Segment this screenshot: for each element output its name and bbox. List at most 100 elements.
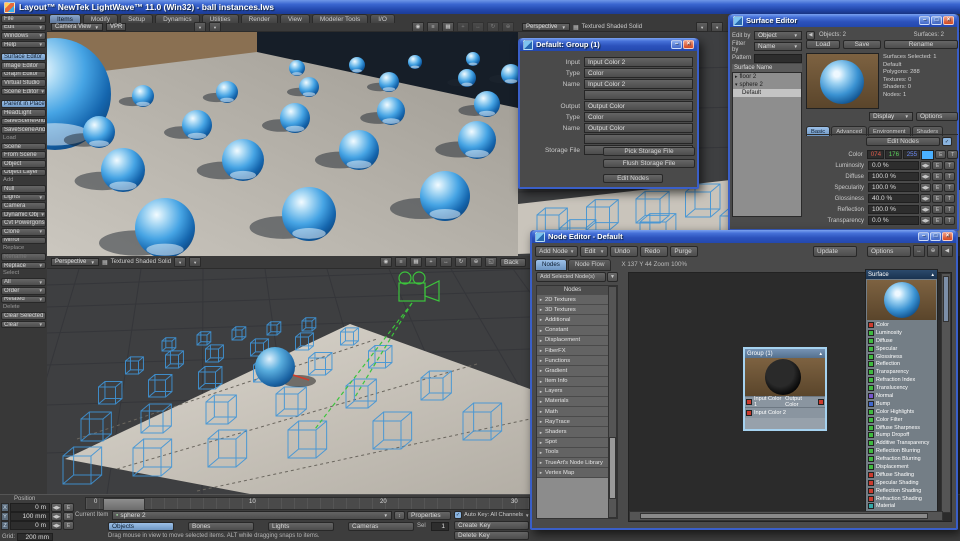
sidebar-item[interactable]: Surface Editor [1, 53, 46, 61]
current-item-dropdown[interactable]: ▪ sphere 2 ▼ [112, 511, 392, 520]
envelope-button[interactable]: E [63, 503, 74, 512]
pan-icon[interactable]: + [457, 22, 469, 32]
surface-node-input-port[interactable]: Color Filter [866, 416, 937, 424]
save-button[interactable]: Save [843, 40, 881, 49]
edit-nodes-button[interactable]: Edit Nodes [603, 174, 663, 183]
chevron-down-icon[interactable]: ▼ [607, 272, 618, 282]
list-icon[interactable]: ≡ [395, 257, 407, 267]
scalar-value-field[interactable]: 100.0 % [868, 183, 919, 192]
sidebar-item[interactable]: Windows ▼ [1, 32, 46, 40]
surface-node-input-port[interactable]: Specular [866, 345, 937, 353]
node-category-item[interactable]: ► Layers [537, 387, 608, 397]
surface-list-item[interactable]: ▾ sphere 2 [733, 81, 801, 89]
sidebar-item[interactable]: Parent in Place [1, 100, 46, 108]
viewport-perspective-bottom[interactable] [47, 269, 530, 494]
node-category-item[interactable]: ► Displacement [537, 336, 608, 346]
texture-button[interactable]: T [944, 205, 955, 214]
menu-tab[interactable]: Setup [120, 14, 153, 23]
group-node-header[interactable]: Group (1) ▲ [745, 349, 825, 358]
stepper-icon[interactable]: ◀▶ [920, 172, 931, 181]
pan-icon[interactable]: ↔ [913, 245, 925, 257]
node-category-item[interactable]: ► Tools [537, 448, 608, 458]
menu-tab[interactable]: Items [49, 14, 81, 23]
surface-node-input-port[interactable]: Material [866, 502, 937, 510]
chevron-down-icon[interactable]: ▼ [696, 22, 708, 32]
envelope-button[interactable]: E [935, 150, 946, 159]
create-key-button[interactable]: Create Key [454, 521, 529, 530]
item-type-button[interactable]: Cameras [348, 522, 414, 531]
minimize-button[interactable]: – [671, 40, 682, 49]
snapshot-icon[interactable]: ◉ [380, 257, 392, 267]
sidebar-item[interactable]: Virtual Studio [1, 79, 46, 87]
scalar-value-field[interactable]: 40.0 % [868, 194, 919, 203]
sidebar-item[interactable]: Add [1, 177, 46, 184]
sidebar-item[interactable]: Image Editor [1, 62, 46, 70]
surface-node-input-port[interactable]: Bump [866, 400, 937, 408]
render-mode-dropdown[interactable]: VPR [106, 23, 126, 31]
toolbar-button[interactable]: Redo [640, 246, 668, 257]
group-node[interactable]: Group (1) ▲ Input Color 1 Output Color I… [743, 347, 827, 431]
collapse-panel-icon[interactable]: ◀ [941, 245, 953, 257]
dialog-field[interactable] [584, 90, 693, 100]
sidebar-item[interactable] [1, 49, 46, 52]
surface-destination-node[interactable]: Surface ▲ Color Luminosity Dif [865, 269, 938, 516]
options-button[interactable]: Options [916, 112, 958, 121]
sidebar-item[interactable]: Replace ▼ [1, 262, 46, 270]
node-list-scrollbar[interactable] [608, 286, 617, 518]
surface-node-input-port[interactable]: Reflection [866, 360, 937, 368]
auto-key-control[interactable]: ✓ Auto Key: All Channels ▼ [454, 511, 529, 519]
view-type-dropdown[interactable]: Perspective▼ [522, 23, 570, 31]
scalar-value-field[interactable]: 100.0 % [868, 205, 919, 214]
node-category-item[interactable]: ► Gradient [537, 366, 608, 376]
node-canvas[interactable]: Group (1) ▲ Input Color 1 Output Color I… [628, 272, 952, 522]
sidebar-item[interactable]: SaveSceneAndAl [1, 118, 46, 126]
sidebar-item[interactable]: Cvt Powergons [1, 219, 46, 227]
sidebar-item[interactable]: All ▼ [1, 278, 46, 286]
surface-node-input-port[interactable]: Refraction Shading [866, 495, 937, 503]
surface-node-input-port[interactable]: Diffuse Sharpness [866, 424, 937, 432]
move-icon[interactable]: ↔ [440, 257, 452, 267]
color-swatch[interactable] [921, 150, 935, 160]
texture-button[interactable]: T [944, 172, 955, 181]
stepper-icon[interactable]: ◀▶ [920, 161, 931, 170]
menu-tab[interactable]: Modify [83, 14, 118, 23]
sidebar-item[interactable]: Lights ▼ [1, 194, 46, 202]
surface-editor-titlebar[interactable]: Surface Editor – □ × [730, 14, 957, 27]
sidebar-item[interactable]: File ▼ [1, 15, 46, 23]
back-button[interactable]: Back [500, 258, 526, 267]
menu-tab[interactable]: View [280, 14, 310, 23]
texture-button[interactable]: T [944, 161, 955, 170]
surface-list-item[interactable]: ▸ floor 2 [733, 73, 801, 81]
envelope-button[interactable]: E [63, 521, 74, 530]
node-category-item[interactable]: ► Constant [537, 326, 608, 336]
rotate-icon[interactable]: ↻ [455, 257, 467, 267]
axis-value-field[interactable]: 0 m [10, 521, 50, 530]
pan-icon[interactable]: + [425, 257, 437, 267]
dialog-field[interactable]: Output Color [584, 123, 693, 133]
chevron-down-icon[interactable]: ▼ [209, 22, 221, 32]
timeline-slider-handle[interactable] [103, 498, 145, 511]
node-category-item[interactable]: ► Additional [537, 315, 608, 325]
sidebar-item[interactable]: Graph Editor [1, 71, 46, 79]
toolbar-button[interactable]: Options [867, 246, 911, 257]
surface-node-input-port[interactable]: Diffuse Shading [866, 471, 937, 479]
edit-by-dropdown[interactable]: Object▼ [754, 31, 802, 40]
view-type-dropdown[interactable]: Camera View▼ [51, 23, 103, 31]
envelope-button[interactable]: E [932, 205, 943, 214]
surface-node-input-port[interactable]: Bump Dropoff [866, 431, 937, 439]
surface-node-input-port[interactable]: Luminosity [866, 329, 937, 337]
collapse-node-icon[interactable]: ▲ [931, 272, 935, 277]
surface-node-input-port[interactable]: Color [866, 321, 937, 329]
sidebar-item[interactable]: Scene Editor ▼ [1, 88, 46, 96]
window-titlebar[interactable]: Layout™ NewTek LightWave™ 11.0 (Win32) -… [0, 0, 960, 14]
envelope-button[interactable]: E [63, 512, 74, 521]
stepper-icon[interactable]: ◀▶ [920, 216, 931, 225]
canvas-vscrollbar[interactable] [941, 273, 951, 513]
menu-tab[interactable]: I/O [370, 14, 395, 23]
texture-button[interactable]: T [944, 183, 955, 192]
sidebar-item[interactable]: Replace [1, 245, 46, 252]
sidebar-item[interactable]: SaveSceneAndAl [1, 126, 46, 134]
zoom-icon[interactable]: ⊕ [502, 22, 514, 32]
sidebar-item[interactable]: Load [1, 135, 46, 142]
texture-button[interactable]: T [944, 216, 955, 225]
